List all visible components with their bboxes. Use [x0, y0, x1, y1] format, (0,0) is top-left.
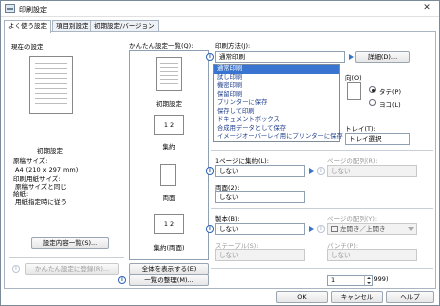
copies-spinner[interactable]: 1	[327, 275, 373, 286]
duplex-preset-icon	[160, 164, 176, 186]
page-order-select[interactable]: しない	[327, 165, 417, 177]
option-item[interactable]: 合成用データとして保存	[214, 125, 339, 134]
detail-line: 原稿サイズ:	[13, 157, 48, 165]
close-icon[interactable]: ✕	[420, 3, 434, 14]
default-preset-icon	[156, 57, 182, 91]
option-item[interactable]: 保留印刷	[214, 91, 339, 100]
divider	[211, 150, 433, 151]
info-icon: i	[206, 53, 214, 61]
divider	[9, 257, 124, 258]
option-item[interactable]: ドキュメントボックス	[214, 116, 339, 125]
info-icon: i	[206, 167, 214, 175]
booklet-icon	[331, 226, 338, 232]
option-item[interactable]: 保存して印刷	[214, 108, 339, 117]
arrow-right-icon	[349, 54, 354, 60]
arrow-right-icon	[309, 168, 314, 174]
settings-list-button[interactable]: 設定内容一覧(S)...	[31, 237, 109, 249]
tray-select[interactable]: トレイ選択	[345, 133, 410, 145]
print-settings-dialog: 印刷設定 ✕ よく使う設定 項目別設定 初期設定/バージョン 現在の設定 初期設…	[0, 0, 440, 306]
option-item[interactable]: 通常印刷	[214, 65, 339, 74]
landscape-label: ヨコ(L)	[379, 101, 401, 109]
binding-label: 製本(B):	[215, 215, 240, 223]
arrow-right-icon	[309, 226, 314, 232]
ok-button[interactable]: OK	[276, 291, 328, 303]
register-quick-setting-button[interactable]: かんたん設定に登録(R)...	[25, 263, 119, 275]
n-up-preset-icon: 1 2	[154, 115, 184, 135]
quick-settings-list[interactable]: 初期設定 1 2 集約 両面 1 2 集約(両面)	[129, 50, 209, 260]
tray-label: トレイ(T):	[345, 125, 376, 133]
portrait-page-icon	[347, 82, 361, 100]
printer-app-icon	[5, 4, 15, 13]
print-method-options[interactable]: 通常印刷 試し印刷 機密印刷 保留印刷 プリンターに保存 保存して印刷 ドキュメ…	[213, 64, 343, 142]
info-icon: i	[317, 167, 325, 175]
dialog-footer: OK キャンセル ヘルプ	[1, 290, 439, 306]
orientation-label: 向(O)	[345, 74, 362, 82]
preview-caption: 初期設定	[37, 147, 63, 155]
option-item[interactable]: 機密印刷	[214, 82, 339, 91]
staple-select[interactable]: しない	[215, 249, 305, 261]
tab-panel: 現在の設定 初期設定 原稿サイズ: A4 (210 x 297 mm) 印刷用紙…	[4, 31, 436, 289]
cancel-button[interactable]: キャンセル	[331, 291, 383, 303]
detail-line: 用紙指定時に従う	[15, 197, 67, 206]
quick-item-n-up[interactable]: 集約	[132, 141, 206, 151]
quick-settings-label: かんたん設定一覧(Q):	[129, 42, 194, 50]
info-icon: i	[206, 225, 214, 233]
quick-item-n-up-duplex[interactable]: 集約(両面)	[132, 242, 206, 252]
option-item[interactable]: 試し印刷	[214, 74, 339, 83]
punch-select[interactable]: しない	[327, 249, 417, 261]
info-icon: i	[317, 225, 325, 233]
quick-item-default[interactable]: 初期設定	[132, 98, 206, 108]
pages-per-sheet-label: 1ページに集約(L):	[215, 157, 269, 165]
binding-order-select[interactable]: 左開き／上開き	[327, 223, 417, 235]
info-icon: i	[118, 276, 126, 284]
print-method-label: 印刷方法(J):	[215, 42, 251, 50]
binding-order-value: 左開き／上開き	[340, 225, 386, 233]
help-button[interactable]: ヘルプ	[386, 291, 434, 303]
title-bar: 印刷設定 ✕	[1, 1, 439, 17]
page-order-label: ページの配列(R):	[327, 157, 378, 165]
divider	[211, 208, 433, 209]
print-method-select[interactable]: 通常印刷	[215, 51, 345, 63]
n-up-duplex-preset-icon: 1 2	[154, 214, 184, 234]
current-settings-label: 現在の設定	[11, 43, 44, 51]
info-icon: i	[12, 265, 20, 273]
document-preview-icon	[29, 56, 73, 114]
portrait-radio[interactable]	[369, 86, 376, 93]
duplex-select[interactable]: しない	[215, 191, 305, 203]
binding-order-label: ページの配列(Y):	[327, 215, 378, 223]
option-item[interactable]: プリンターに保存	[214, 99, 339, 108]
pages-per-sheet-select[interactable]: しない	[215, 165, 305, 177]
binding-select[interactable]: しない	[215, 223, 305, 235]
landscape-radio[interactable]	[369, 99, 376, 106]
copies-value: 1	[331, 276, 336, 284]
manage-list-button[interactable]: 一覧の整理(M)...	[129, 274, 209, 286]
tab-frequent-settings[interactable]: よく使う設定	[4, 20, 51, 33]
spin-down-icon[interactable]	[364, 280, 372, 285]
quick-item-duplex[interactable]: 両面	[132, 192, 206, 202]
option-item[interactable]: イメージオーバーレイ用にプリンターに保存	[214, 133, 343, 142]
window-title: 印刷設定	[19, 6, 47, 14]
portrait-label: タテ(P)	[379, 88, 401, 96]
divider	[211, 268, 433, 269]
details-button[interactable]: 詳細(D)...	[355, 51, 410, 63]
